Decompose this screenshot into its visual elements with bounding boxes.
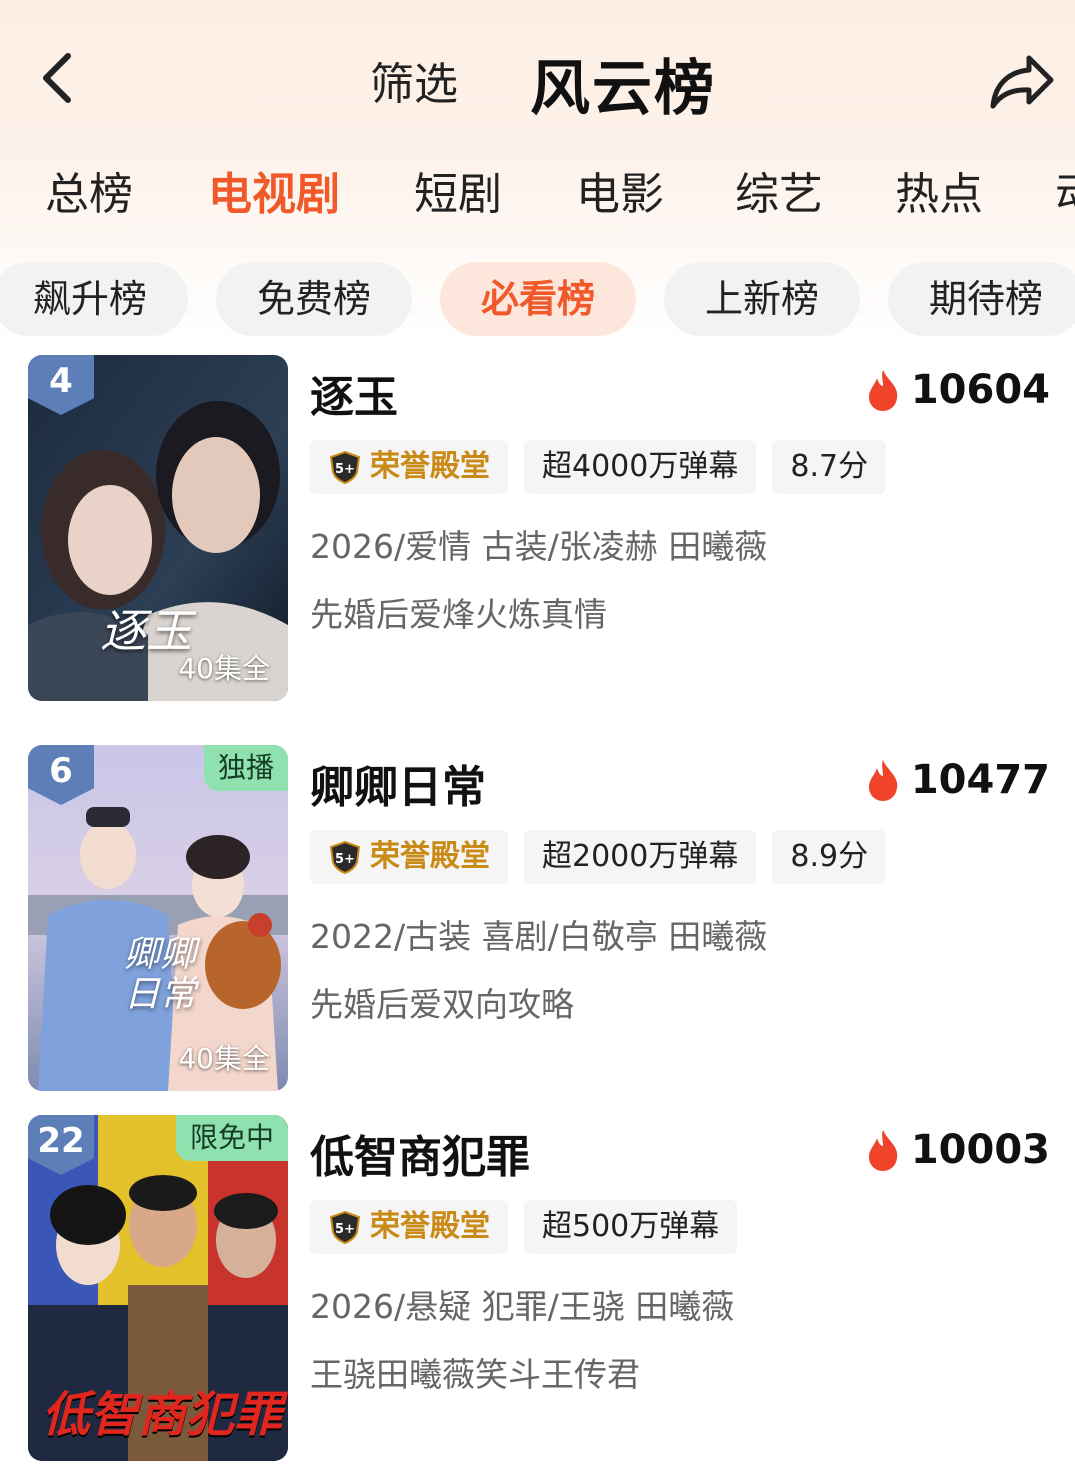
shield-icon: 5+	[329, 840, 361, 874]
honor-tag[interactable]: 5+ 荣誉殿堂	[310, 830, 508, 884]
score-tag: 8.9分	[772, 830, 887, 884]
shield-icon: 5+	[329, 450, 361, 484]
fire-icon	[868, 760, 898, 801]
shield-icon: 5+	[329, 1210, 361, 1244]
heat-value: 10003	[910, 1127, 1050, 1173]
poster-image[interactable]: 22 限免中 低智商犯罪	[28, 1115, 288, 1461]
fire-icon	[868, 370, 898, 411]
show-meta: 2026/悬疑 犯罪/王骁 田曦薇	[310, 1287, 735, 1326]
show-title[interactable]: 卿卿日常	[310, 751, 486, 815]
episode-count: 40集全	[178, 652, 270, 685]
list-item[interactable]: 4 逐玉 40集全 逐玉 10604 5+ 荣誉殿堂 超4000万弹幕 8.7分…	[0, 355, 1075, 705]
svg-text:5+: 5+	[335, 852, 355, 867]
subtab-anticipated[interactable]: 期待榜	[888, 262, 1075, 336]
poster-image[interactable]: 4 逐玉 40集全	[28, 355, 288, 701]
free-limited-tag: 限免中	[175, 1115, 288, 1161]
poster-title-text: 卿卿日常	[124, 934, 197, 1015]
tab-all[interactable]: 总榜	[45, 158, 133, 222]
back-arrow-icon[interactable]	[30, 48, 90, 108]
exclusive-tag: 独播	[203, 745, 288, 791]
sub-tabs: 飙升榜 免费榜 必看榜 上新榜 期待榜	[0, 262, 1075, 338]
tag-row: 5+ 荣誉殿堂 超500万弹幕	[310, 1200, 738, 1254]
tab-tv-series[interactable]: 电视剧	[208, 158, 340, 222]
show-meta: 2026/爱情 古装/张凌赫 田曦薇	[310, 527, 768, 566]
filter-button[interactable]: 筛选	[370, 48, 458, 112]
list-item[interactable]: 6 独播 卿卿日常 40集全 卿卿日常 10477 5+ 荣誉殿堂 超2000万…	[0, 745, 1075, 1095]
danmaku-tag: 超4000万弹幕	[524, 440, 757, 494]
danmaku-tag: 超2000万弹幕	[524, 830, 757, 884]
heat-score: 10003	[865, 1125, 1050, 1175]
tab-anime[interactable]: 动	[1055, 158, 1075, 222]
subtab-new[interactable]: 上新榜	[664, 262, 860, 336]
poster-image[interactable]: 6 独播 卿卿日常 40集全	[28, 745, 288, 1091]
heat-value: 10477	[910, 757, 1050, 803]
show-description: 先婚后爱烽火炼真情	[310, 595, 607, 634]
show-meta: 2022/古装 喜剧/白敬亭 田曦薇	[310, 917, 768, 956]
tab-hot[interactable]: 热点	[895, 158, 983, 222]
fire-icon	[868, 1130, 898, 1171]
tag-row: 5+ 荣誉殿堂 超2000万弹幕 8.9分	[310, 830, 887, 884]
honor-tag[interactable]: 5+ 荣誉殿堂	[310, 440, 508, 494]
tag-row: 5+ 荣誉殿堂 超4000万弹幕 8.7分	[310, 440, 887, 494]
show-title[interactable]: 逐玉	[310, 361, 398, 425]
subtab-must-watch[interactable]: 必看榜	[440, 262, 636, 336]
danmaku-tag: 超500万弹幕	[524, 1200, 738, 1254]
svg-text:5+: 5+	[335, 462, 355, 477]
subtab-free[interactable]: 免费榜	[216, 262, 412, 336]
show-description: 王骁田曦薇笑斗王传君	[310, 1355, 640, 1394]
share-icon[interactable]	[985, 50, 1057, 112]
honor-label: 荣誉殿堂	[370, 1209, 490, 1244]
show-title[interactable]: 低智商犯罪	[310, 1121, 530, 1185]
show-description: 先婚后爱双向攻略	[310, 985, 574, 1024]
page-title: 风云榜	[530, 54, 716, 124]
list-item[interactable]: 22 限免中 低智商犯罪 低智商犯罪 10003 5+ 荣誉殿堂 超500万弹幕…	[0, 1115, 1075, 1465]
subtab-rising[interactable]: 飙升榜	[0, 262, 188, 336]
poster-title-text: 低智商犯罪	[42, 1387, 283, 1443]
heat-value: 10604	[910, 367, 1050, 413]
tab-movie[interactable]: 电影	[576, 158, 664, 222]
episode-count: 40集全	[178, 1042, 270, 1075]
score-tag: 8.7分	[772, 440, 887, 494]
category-tabs: 总榜 电视剧 短剧 电影 综艺 热点 动	[0, 158, 1075, 222]
honor-label: 荣誉殿堂	[370, 839, 490, 874]
honor-tag[interactable]: 5+ 荣誉殿堂	[310, 1200, 508, 1254]
tab-short-drama[interactable]: 短剧	[414, 158, 502, 222]
tab-variety[interactable]: 综艺	[735, 158, 823, 222]
heat-score: 10477	[865, 755, 1050, 805]
honor-label: 荣誉殿堂	[370, 449, 490, 484]
heat-score: 10604	[865, 365, 1050, 415]
svg-text:5+: 5+	[335, 1222, 355, 1237]
